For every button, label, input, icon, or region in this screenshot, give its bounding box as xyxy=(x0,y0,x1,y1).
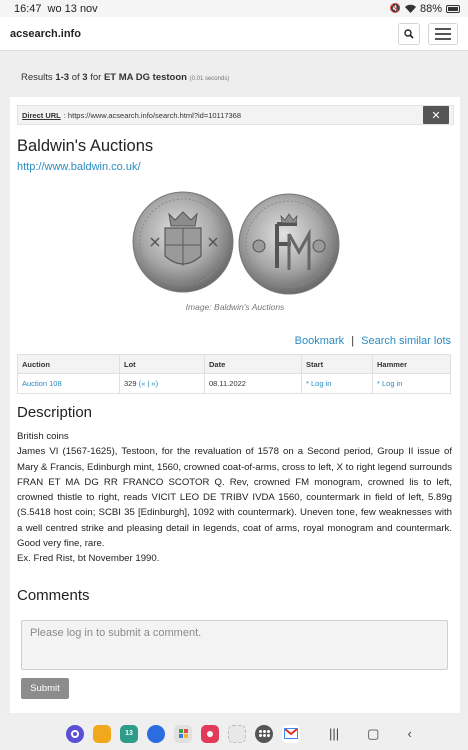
menu-button[interactable] xyxy=(428,22,458,45)
comment-placeholder: Please log in to submit a comment. xyxy=(30,627,202,639)
lot-table: Auction Lot Date Start Hammer Auction 10… xyxy=(17,354,451,394)
description-heading: Description xyxy=(17,404,93,421)
lot-number: 329 xyxy=(124,379,137,388)
description-category: British coins xyxy=(17,431,69,442)
home-icon[interactable]: ▢ xyxy=(367,726,379,742)
internet-app-icon[interactable] xyxy=(66,724,84,743)
status-time: 16:47 xyxy=(14,2,42,15)
direct-url-value[interactable]: : https://www.acsearch.info/search.html?… xyxy=(64,111,241,120)
close-button[interactable]: ✕ xyxy=(423,106,449,124)
search-button[interactable] xyxy=(398,22,420,45)
results-of: of xyxy=(69,72,83,83)
table-row: Auction 108 329 (« | ») 08.11.2022 * Log… xyxy=(17,373,451,394)
back-icon[interactable]: ‹ xyxy=(407,726,411,741)
lot-card: Direct URL : https://www.acsearch.info/s… xyxy=(10,97,460,713)
hammer-login-link[interactable]: * Log in xyxy=(377,379,402,388)
description-provenance: Ex. Fred Rist, bt November 1990. xyxy=(17,553,160,565)
top-navbar: acsearch.info xyxy=(0,17,468,51)
calendar-app-icon[interactable]: 13 xyxy=(120,724,138,743)
auction-house-link[interactable]: http://www.baldwin.co.uk/ xyxy=(17,161,141,173)
messages-app-icon[interactable] xyxy=(147,724,165,743)
close-icon: ✕ xyxy=(431,109,441,122)
hamburger-icon-bar xyxy=(435,32,451,35)
auction-link[interactable]: Auction 108 xyxy=(22,379,62,388)
submit-button[interactable]: Submit xyxy=(21,678,69,699)
hamburger-icon-bar xyxy=(435,37,451,40)
status-icons: 🔇 88% xyxy=(390,3,460,15)
lot-actions: Bookmark | Search similar lots xyxy=(295,335,451,347)
actions-separator: | xyxy=(351,335,355,347)
results-for: for xyxy=(87,72,104,83)
cell-auction: Auction 108 xyxy=(17,373,120,394)
calendar-day: 13 xyxy=(125,730,133,737)
gmail-app-icon[interactable] xyxy=(282,724,300,743)
apps-folder-icon[interactable] xyxy=(174,724,192,743)
results-summary: Results 1-3 of 3 for ET MA DG testoon (0… xyxy=(21,72,229,83)
direct-url-bar: Direct URL : https://www.acsearch.info/s… xyxy=(17,105,454,125)
bookmark-link[interactable]: Bookmark xyxy=(295,335,345,347)
mute-icon: 🔇 xyxy=(389,3,401,13)
android-dock: 13 ||| ▢ ‹ xyxy=(0,717,468,750)
table-header-row: Auction Lot Date Start Hammer xyxy=(17,354,451,374)
more-apps-icon[interactable] xyxy=(228,724,246,743)
start-login-link[interactable]: * Log in xyxy=(306,379,331,388)
description-body: British coins James VI (1567-1625), Test… xyxy=(17,429,452,567)
col-hammer: Hammer xyxy=(372,354,451,374)
folder-app-icon[interactable] xyxy=(93,724,111,743)
battery-level: 88% xyxy=(419,2,442,15)
wifi-icon xyxy=(404,4,416,13)
cell-lot: 329 (« | ») xyxy=(119,373,205,394)
search-icon xyxy=(404,28,414,39)
col-start: Start xyxy=(301,354,373,374)
screen-recorder-icon[interactable] xyxy=(201,724,219,743)
cell-hammer: * Log in xyxy=(372,373,451,394)
cell-date: 08.11.2022 xyxy=(204,373,302,394)
results-timing: (0.01 seconds) xyxy=(189,76,230,82)
direct-url-label: Direct URL xyxy=(22,110,61,120)
all-apps-icon[interactable] xyxy=(255,724,273,743)
cell-start: * Log in xyxy=(301,373,373,394)
auction-house-name: Baldwin's Auctions xyxy=(17,137,154,155)
hamburger-icon-bar xyxy=(435,27,451,30)
site-brand[interactable]: acsearch.info xyxy=(10,28,81,40)
results-range: 1-3 xyxy=(55,72,70,83)
col-auction: Auction xyxy=(17,354,120,374)
search-similar-link[interactable]: Search similar lots xyxy=(361,335,451,347)
comments-heading: Comments xyxy=(17,587,90,604)
coin-image[interactable] xyxy=(131,190,341,300)
status-bar: 16:47 wo 13 nov 🔇 88% xyxy=(0,0,468,17)
description-text: James VI (1567-1625), Testoon, for the r… xyxy=(17,446,452,550)
results-query: ET MA DG testoon xyxy=(103,72,187,83)
col-date: Date xyxy=(204,354,302,374)
battery-icon xyxy=(446,4,460,13)
lot-nav-links[interactable]: (« | ») xyxy=(139,379,158,388)
col-lot: Lot xyxy=(119,354,205,374)
status-date: wo 13 nov xyxy=(47,2,98,15)
recent-apps-icon[interactable]: ||| xyxy=(329,726,339,741)
comment-textarea[interactable]: Please log in to submit a comment. xyxy=(21,620,448,670)
results-prefix: Results xyxy=(21,72,56,83)
image-caption: Image: Baldwin's Auctions xyxy=(185,302,285,312)
